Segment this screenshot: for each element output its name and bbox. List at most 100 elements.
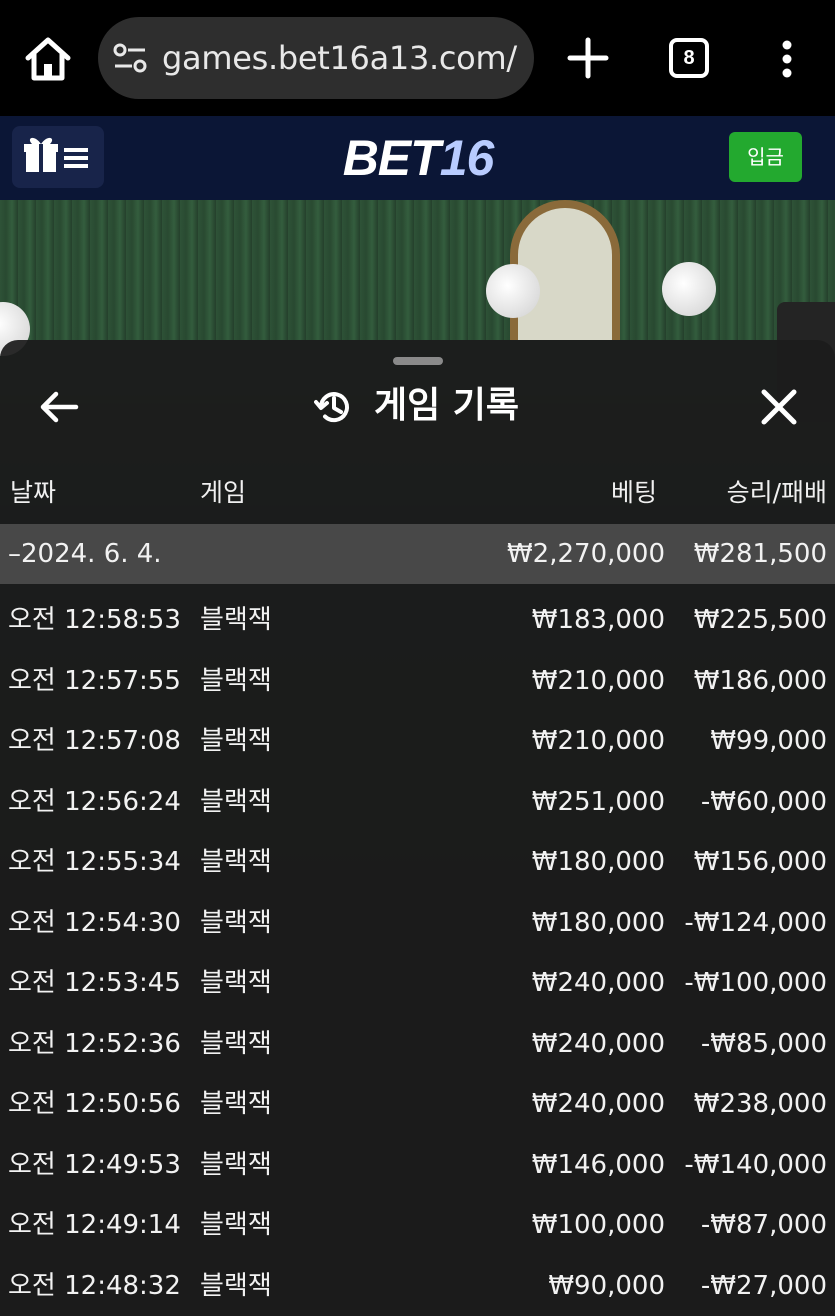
- row-time: 오전 12:53:45: [8, 968, 181, 998]
- drag-handle[interactable]: [393, 357, 443, 365]
- row-bet: ₩251,000: [531, 786, 665, 817]
- gift-menu-icon: [24, 137, 88, 172]
- back-button[interactable]: [38, 386, 80, 428]
- row-bet: ₩146,000: [531, 1149, 665, 1180]
- site-header: BET16 입금: [0, 116, 835, 200]
- background-curtain: [0, 200, 835, 340]
- table-row[interactable]: 오전 12:56:24 블랙잭 ₩251,000 -₩60,000: [0, 772, 835, 833]
- game-history-panel: 게임 기록 날짜 게임 베팅 승리/패배 –2024. 6. 4. ₩2,270…: [0, 340, 835, 1316]
- row-game: 블랙잭: [200, 1270, 272, 1301]
- table-row[interactable]: 오전 12:52:36 블랙잭 ₩240,000 -₩85,000: [0, 1014, 835, 1075]
- row-time: 오전 12:56:24: [8, 786, 181, 817]
- summary-date: –2024. 6. 4.: [8, 539, 162, 569]
- close-icon: [761, 389, 797, 425]
- row-result: -₩85,000: [700, 1028, 827, 1059]
- table-row[interactable]: 오전 12:54:30 블랙잭 ₩180,000 -₩124,000: [0, 893, 835, 954]
- panel-title: 게임 기록: [374, 385, 520, 426]
- row-time: 오전 12:48:32: [8, 1270, 181, 1301]
- row-game: 블랙잭: [200, 907, 272, 938]
- summary-bet-total: ₩2,270,000: [506, 539, 665, 569]
- table-row[interactable]: 오전 12:53:45 블랙잭 ₩240,000 -₩100,000: [0, 953, 835, 1014]
- row-time: 오전 12:55:34: [8, 847, 181, 877]
- row-result: -₩87,000: [700, 1210, 827, 1240]
- row-game: 블랙잭: [200, 1089, 272, 1119]
- row-bet: ₩240,000: [531, 1089, 665, 1119]
- site-logo[interactable]: BET16: [280, 128, 556, 188]
- logo-text-16: 16: [439, 130, 495, 186]
- home-button[interactable]: [22, 34, 74, 84]
- row-bet: ₩210,000: [531, 726, 665, 756]
- table-row[interactable]: 오전 12:57:55 블랙잭 ₩210,000 ₩186,000: [0, 651, 835, 712]
- table-header: 날짜 게임 베팅 승리/패배: [0, 470, 835, 516]
- row-result: ₩225,500: [693, 605, 827, 635]
- more-button[interactable]: [777, 40, 797, 78]
- browser-toolbar: games.bet16a13.com/ 8: [0, 0, 835, 116]
- column-header-result[interactable]: 승리/패배: [727, 476, 827, 510]
- row-bet: ₩240,000: [531, 968, 665, 998]
- more-vertical-icon: [782, 40, 792, 78]
- row-time: 오전 12:54:30: [8, 907, 181, 938]
- address-bar[interactable]: games.bet16a13.com/: [98, 17, 534, 99]
- row-result: -₩60,000: [700, 786, 827, 817]
- row-bet: ₩180,000: [531, 847, 665, 877]
- summary-result-total: ₩281,500: [693, 539, 827, 569]
- tune-icon[interactable]: [112, 41, 148, 75]
- row-time: 오전 12:58:53: [8, 605, 181, 635]
- row-game: 블랙잭: [200, 665, 272, 696]
- row-bet: ₩183,000: [531, 605, 665, 635]
- background-lamp: [486, 264, 540, 318]
- date-summary-row[interactable]: –2024. 6. 4. ₩2,270,000 ₩281,500: [0, 524, 835, 584]
- row-game: 블랙잭: [200, 786, 272, 817]
- row-game: 블랙잭: [200, 847, 272, 877]
- row-bet: ₩180,000: [531, 907, 665, 938]
- row-bet: ₩240,000: [531, 1028, 665, 1059]
- history-rows: 오전 12:58:53 블랙잭 ₩183,000 ₩225,500 오전 12:…: [0, 590, 835, 1316]
- row-game: 블랙잭: [200, 1210, 272, 1240]
- tab-switcher-button[interactable]: 8: [669, 38, 709, 78]
- table-row[interactable]: 오전 12:50:56 블랙잭 ₩240,000 ₩238,000: [0, 1074, 835, 1135]
- row-game: 블랙잭: [200, 726, 272, 756]
- row-game: 블랙잭: [200, 1028, 272, 1059]
- background-lamp: [662, 262, 716, 316]
- home-icon: [25, 37, 71, 81]
- row-result: ₩186,000: [693, 665, 827, 696]
- row-time: 오전 12:57:08: [8, 726, 181, 756]
- new-tab-button[interactable]: [566, 36, 610, 80]
- panel-header: 게임 기록: [310, 382, 540, 432]
- row-result: ₩238,000: [693, 1089, 827, 1119]
- row-time: 오전 12:52:36: [8, 1028, 181, 1059]
- menu-button[interactable]: [12, 126, 104, 188]
- table-row[interactable]: 오전 12:58:53 블랙잭 ₩183,000 ₩225,500: [0, 590, 835, 651]
- row-time: 오전 12:57:55: [8, 665, 181, 696]
- row-time: 오전 12:49:53: [8, 1149, 181, 1180]
- row-result: -₩124,000: [684, 907, 827, 938]
- row-result: ₩156,000: [693, 847, 827, 877]
- arrow-left-icon: [40, 391, 79, 423]
- close-button[interactable]: [760, 388, 798, 426]
- column-header-bet[interactable]: 베팅: [611, 476, 657, 510]
- row-result: -₩27,000: [700, 1270, 827, 1301]
- table-row[interactable]: 오전 12:48:32 블랙잭 ₩90,000 -₩27,000: [0, 1256, 835, 1316]
- plus-icon: [567, 37, 609, 79]
- row-result: ₩99,000: [710, 726, 827, 756]
- table-row[interactable]: 오전 12:49:53 블랙잭 ₩146,000 -₩140,000: [0, 1135, 835, 1196]
- column-header-date[interactable]: 날짜: [10, 476, 56, 510]
- row-bet: ₩90,000: [548, 1270, 665, 1301]
- row-game: 블랙잭: [200, 968, 272, 998]
- table-row[interactable]: 오전 12:57:08 블랙잭 ₩210,000 ₩99,000: [0, 711, 835, 772]
- row-time: 오전 12:50:56: [8, 1089, 181, 1119]
- logo-text-bet: BET: [342, 130, 441, 186]
- row-bet: ₩100,000: [531, 1210, 665, 1240]
- url-text: games.bet16a13.com/: [162, 39, 517, 77]
- row-bet: ₩210,000: [531, 665, 665, 696]
- row-result: -₩100,000: [684, 968, 827, 998]
- row-game: 블랙잭: [200, 1149, 272, 1180]
- row-result: -₩140,000: [684, 1149, 827, 1180]
- deposit-button[interactable]: 입금: [729, 132, 802, 182]
- row-game: 블랙잭: [200, 605, 272, 635]
- row-time: 오전 12:49:14: [8, 1210, 181, 1240]
- table-row[interactable]: 오전 12:55:34 블랙잭 ₩180,000 ₩156,000: [0, 832, 835, 893]
- column-header-game[interactable]: 게임: [200, 476, 246, 510]
- history-icon: [314, 388, 352, 426]
- table-row[interactable]: 오전 12:49:14 블랙잭 ₩100,000 -₩87,000: [0, 1195, 835, 1256]
